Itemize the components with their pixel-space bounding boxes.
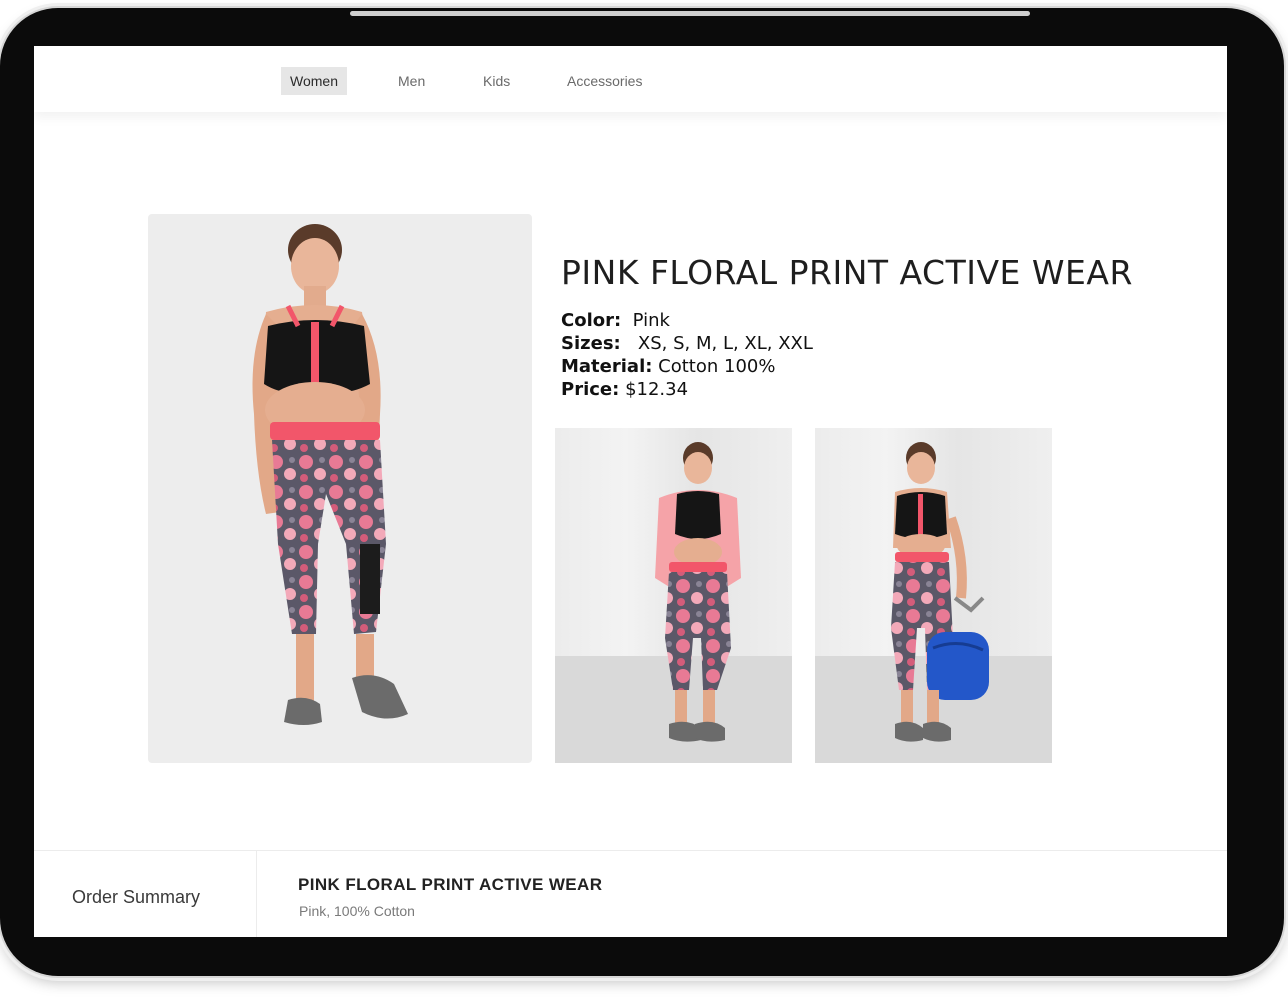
spec-color-value: Pink — [632, 310, 670, 331]
spec-color-label: Color: — [561, 310, 622, 331]
nav-tab-women[interactable]: Women — [281, 67, 347, 95]
spec-material-value: Cotton 100% — [658, 356, 776, 377]
order-summary-bar: Order Summary PINK FLORAL PRINT ACTIVE W… — [34, 850, 1227, 937]
product-title: PINK FLORAL PRINT ACTIVE WEAR — [561, 253, 1133, 292]
spec-sizes-label: Sizes: — [561, 333, 621, 354]
spec-color: Color: Pink — [561, 310, 670, 331]
order-summary-label-cell: Order Summary — [34, 851, 257, 937]
order-summary-item-desc: Pink, 100% Cotton — [299, 903, 415, 919]
top-nav: Women Men Kids Accessories — [34, 46, 1227, 112]
order-summary-item-name: PINK FLORAL PRINT ACTIVE WEAR — [298, 875, 603, 894]
nav-tab-men[interactable]: Men — [389, 67, 434, 95]
spec-price-value: $12.34 — [625, 379, 689, 400]
spec-material: Material: Cotton 100% — [561, 356, 775, 377]
spec-sizes: Sizes: XS, S, M, L, XL, XXL — [561, 333, 813, 354]
app-screen: Women Men Kids Accessories PINK FLORAL P… — [34, 46, 1227, 937]
spec-material-label: Material: — [561, 356, 653, 377]
tablet-top-edge — [350, 11, 1030, 16]
product-thumbnail-2[interactable] — [815, 428, 1052, 763]
product-thumbnail-1[interactable] — [555, 428, 792, 763]
product-main-image[interactable] — [148, 214, 532, 763]
nav-tab-accessories[interactable]: Accessories — [558, 67, 651, 95]
spec-price-label: Price: — [561, 379, 620, 400]
spec-price: Price: $12.34 — [561, 379, 688, 400]
nav-tab-kids[interactable]: Kids — [474, 67, 519, 95]
order-summary-label: Order Summary — [72, 887, 201, 907]
model-with-jacket-illustration — [655, 442, 741, 742]
model-illustration — [252, 224, 408, 725]
spec-sizes-value: XS, S, M, L, XL, XXL — [637, 333, 813, 354]
model-with-bag-illustration — [891, 442, 989, 742]
